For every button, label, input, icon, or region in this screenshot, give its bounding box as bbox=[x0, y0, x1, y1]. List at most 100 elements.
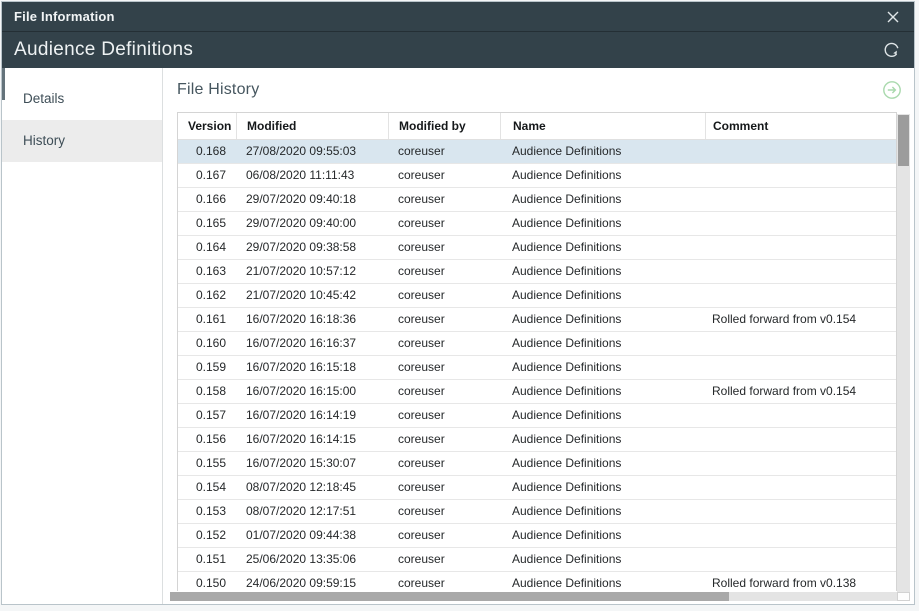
cell-modified: 21/07/2020 10:45:42 bbox=[236, 284, 388, 307]
cell-modified-by: coreuser bbox=[388, 572, 500, 591]
cell-version: 0.159 bbox=[178, 356, 236, 379]
cell-modified-by: coreuser bbox=[388, 164, 500, 187]
cell-version: 0.161 bbox=[178, 308, 236, 331]
cell-modified: 24/06/2020 09:59:15 bbox=[236, 572, 388, 591]
cell-name: Audience Definitions bbox=[500, 572, 705, 591]
tab-details[interactable]: Details bbox=[2, 78, 162, 120]
column-header-comment[interactable]: Comment bbox=[705, 113, 896, 139]
cell-name: Audience Definitions bbox=[500, 260, 705, 283]
cell-name: Audience Definitions bbox=[500, 236, 705, 259]
horizontal-scrollbar[interactable] bbox=[170, 592, 897, 601]
cell-comment: Rolled forward from v0.154 bbox=[705, 380, 896, 403]
cell-version: 0.166 bbox=[178, 188, 236, 211]
cell-comment bbox=[705, 164, 896, 187]
close-icon[interactable] bbox=[886, 10, 900, 24]
cell-modified: 16/07/2020 16:15:18 bbox=[236, 356, 388, 379]
cell-comment bbox=[705, 524, 896, 547]
vertical-scrollbar-thumb[interactable] bbox=[898, 115, 909, 166]
column-header-version[interactable]: Version bbox=[178, 113, 236, 139]
cell-version: 0.167 bbox=[178, 164, 236, 187]
table-row[interactable]: 0.15201/07/2020 09:44:38coreuserAudience… bbox=[178, 524, 896, 548]
cell-modified-by: coreuser bbox=[388, 524, 500, 547]
table-row[interactable]: 0.15916/07/2020 16:15:18coreuserAudience… bbox=[178, 356, 896, 380]
cell-name: Audience Definitions bbox=[500, 524, 705, 547]
table-row[interactable]: 0.15716/07/2020 16:14:19coreuserAudience… bbox=[178, 404, 896, 428]
cell-modified: 16/07/2020 15:30:07 bbox=[236, 452, 388, 475]
cell-comment bbox=[705, 476, 896, 499]
table-row[interactable]: 0.16706/08/2020 11:11:43coreuserAudience… bbox=[178, 164, 896, 188]
cell-modified: 29/07/2020 09:40:00 bbox=[236, 212, 388, 235]
cell-name: Audience Definitions bbox=[500, 452, 705, 475]
cell-modified-by: coreuser bbox=[388, 236, 500, 259]
cell-version: 0.164 bbox=[178, 236, 236, 259]
open-version-icon[interactable] bbox=[882, 80, 902, 100]
table-row[interactable]: 0.16629/07/2020 09:40:18coreuserAudience… bbox=[178, 188, 896, 212]
refresh-icon[interactable] bbox=[882, 40, 902, 60]
cell-comment bbox=[705, 428, 896, 451]
table-row[interactable]: 0.15024/06/2020 09:59:15coreuserAudience… bbox=[178, 572, 896, 591]
table-row[interactable]: 0.16827/08/2020 09:55:03coreuserAudience… bbox=[178, 140, 896, 164]
sidebar: Details History bbox=[2, 68, 163, 604]
table-row[interactable]: 0.15516/07/2020 15:30:07coreuserAudience… bbox=[178, 452, 896, 476]
cell-modified: 29/07/2020 09:40:18 bbox=[236, 188, 388, 211]
cell-name: Audience Definitions bbox=[500, 404, 705, 427]
cell-modified: 06/08/2020 11:11:43 bbox=[236, 164, 388, 187]
cell-version: 0.158 bbox=[178, 380, 236, 403]
table-row[interactable]: 0.15616/07/2020 16:14:15coreuserAudience… bbox=[178, 428, 896, 452]
scrollbar-corner bbox=[897, 592, 910, 601]
cell-modified: 16/07/2020 16:16:37 bbox=[236, 332, 388, 355]
cell-comment bbox=[705, 260, 896, 283]
cell-modified-by: coreuser bbox=[388, 404, 500, 427]
table-row[interactable]: 0.15408/07/2020 12:18:45coreuserAudience… bbox=[178, 476, 896, 500]
file-history-table: Version Modified Modified by Name Commen… bbox=[177, 112, 897, 591]
cell-name: Audience Definitions bbox=[500, 500, 705, 523]
column-header-modified[interactable]: Modified bbox=[236, 113, 388, 139]
cell-name: Audience Definitions bbox=[500, 284, 705, 307]
column-header-modified-by[interactable]: Modified by bbox=[388, 113, 500, 139]
cell-comment bbox=[705, 332, 896, 355]
cell-version: 0.163 bbox=[178, 260, 236, 283]
table-row[interactable]: 0.15125/06/2020 13:35:06coreuserAudience… bbox=[178, 548, 896, 572]
cell-modified: 16/07/2020 16:14:15 bbox=[236, 428, 388, 451]
cell-modified-by: coreuser bbox=[388, 428, 500, 451]
cell-version: 0.154 bbox=[178, 476, 236, 499]
table-row[interactable]: 0.16221/07/2020 10:45:42coreuserAudience… bbox=[178, 284, 896, 308]
cell-comment bbox=[705, 548, 896, 571]
column-header-name[interactable]: Name bbox=[500, 113, 705, 139]
cell-name: Audience Definitions bbox=[500, 212, 705, 235]
table-row[interactable]: 0.16429/07/2020 09:38:58coreuserAudience… bbox=[178, 236, 896, 260]
tab-history[interactable]: History bbox=[2, 120, 162, 162]
cell-name: Audience Definitions bbox=[500, 308, 705, 331]
table-row[interactable]: 0.15816/07/2020 16:15:00coreuserAudience… bbox=[178, 380, 896, 404]
cell-modified: 25/06/2020 13:35:06 bbox=[236, 548, 388, 571]
cell-modified: 16/07/2020 16:15:00 bbox=[236, 380, 388, 403]
cell-version: 0.168 bbox=[178, 140, 236, 163]
cell-comment bbox=[705, 140, 896, 163]
cell-modified-by: coreuser bbox=[388, 332, 500, 355]
cell-modified: 29/07/2020 09:38:58 bbox=[236, 236, 388, 259]
dialog-title: File Information bbox=[14, 9, 115, 24]
file-name-title: Audience Definitions bbox=[14, 39, 193, 61]
scroll-notch bbox=[2, 68, 5, 100]
table-row[interactable]: 0.16116/07/2020 16:18:36coreuserAudience… bbox=[178, 308, 896, 332]
cell-modified: 16/07/2020 16:14:19 bbox=[236, 404, 388, 427]
cell-modified-by: coreuser bbox=[388, 308, 500, 331]
cell-version: 0.153 bbox=[178, 500, 236, 523]
cell-modified-by: coreuser bbox=[388, 476, 500, 499]
cell-modified-by: coreuser bbox=[388, 380, 500, 403]
vertical-scrollbar[interactable] bbox=[897, 114, 910, 600]
table-row[interactable]: 0.15308/07/2020 12:17:51coreuserAudience… bbox=[178, 500, 896, 524]
cell-version: 0.160 bbox=[178, 332, 236, 355]
horizontal-scrollbar-thumb[interactable] bbox=[170, 592, 729, 601]
cell-modified: 08/07/2020 12:17:51 bbox=[236, 500, 388, 523]
cell-comment: Rolled forward from v0.154 bbox=[705, 308, 896, 331]
file-information-dialog: File Information Audience Definitions De… bbox=[1, 1, 915, 605]
main-panel: File History Version Modified Modified b… bbox=[163, 68, 914, 604]
table-row[interactable]: 0.16529/07/2020 09:40:00coreuserAudience… bbox=[178, 212, 896, 236]
table-row[interactable]: 0.16321/07/2020 10:57:12coreuserAudience… bbox=[178, 260, 896, 284]
cell-version: 0.156 bbox=[178, 428, 236, 451]
cell-version: 0.162 bbox=[178, 284, 236, 307]
cell-comment bbox=[705, 212, 896, 235]
cell-version: 0.150 bbox=[178, 572, 236, 591]
table-row[interactable]: 0.16016/07/2020 16:16:37coreuserAudience… bbox=[178, 332, 896, 356]
